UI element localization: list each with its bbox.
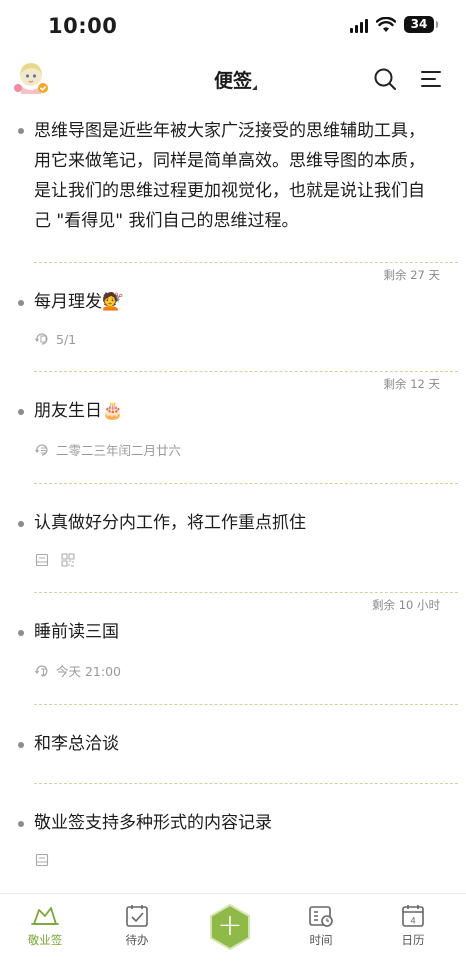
bullet-dot: [18, 521, 24, 527]
bullet-dot: [18, 409, 24, 415]
time-icon: [309, 906, 333, 927]
add-note-button[interactable]: +: [209, 904, 251, 950]
bullet-dot: [18, 821, 24, 827]
note-item[interactable]: 思维导图是近些年被大家广泛接受的思维辅助工具，用它来做笔记，同样是简单高效。思维…: [0, 106, 466, 236]
wifi-icon: [376, 16, 396, 32]
daily-repeat-icon: [35, 664, 48, 677]
note-meta: 5/1: [34, 331, 438, 347]
calendar-icon: 4: [402, 905, 424, 927]
tab-calendar[interactable]: 4 日历: [378, 904, 448, 948]
note-text: 睡前读三国: [34, 622, 119, 642]
tab-label: 日历: [401, 933, 425, 947]
note-folder-icon: [31, 907, 59, 925]
status-time: 10:00: [48, 14, 118, 38]
attachment-icon: [35, 853, 49, 867]
plus-icon: +: [217, 908, 243, 943]
note-text: 思维导图是近些年被大家广泛接受的思维辅助工具，用它来做笔记，同样是简单高效。思维…: [34, 121, 425, 231]
note-item[interactable]: 认真做好分内工作，将工作重点抓住: [0, 508, 466, 568]
status-icons: 34: [350, 16, 438, 33]
remaining-time: 剩余 27 天: [383, 268, 440, 282]
tab-notes[interactable]: 敬业签: [10, 904, 80, 948]
note-meta-text: 二零二三年闰二月廿六: [56, 443, 182, 458]
qr-code-icon: [61, 553, 75, 567]
attachment-icon: [35, 553, 49, 567]
bullet-dot: [18, 128, 24, 134]
app-header: 便签: [0, 52, 466, 106]
bullet-dot: [18, 630, 24, 636]
lunar-repeat-icon: [35, 443, 48, 456]
search-icon[interactable]: [372, 66, 398, 92]
todo-icon: [126, 905, 148, 927]
remaining-time: 剩余 12 天: [383, 377, 440, 391]
remaining-time: 剩余 10 小时: [372, 598, 440, 612]
note-item[interactable]: 朋友生日🎂 二零二三年闰二月廿六: [0, 396, 466, 459]
tab-time[interactable]: 时间: [286, 904, 356, 948]
note-item[interactable]: 每月理发💇 5/1: [0, 287, 466, 347]
note-text: 认真做好分内工作，将工作重点抓住: [34, 513, 306, 533]
bullet-dot: [18, 742, 24, 748]
chevron-down-icon[interactable]: [252, 85, 257, 90]
tab-label: 时间: [309, 933, 333, 947]
status-bar: 10:00 34: [0, 0, 466, 52]
note-text: 每月理发💇: [34, 292, 124, 312]
battery-icon: 34: [404, 16, 438, 33]
bullet-dot: [18, 300, 24, 306]
notes-list: 思维导图是近些年被大家广泛接受的思维辅助工具，用它来做笔记，同样是简单高效。思维…: [0, 106, 466, 868]
note-meta: 二零二三年闰二月廿六: [34, 440, 438, 459]
note-meta: [34, 552, 438, 568]
note-item[interactable]: 和李总洽谈: [0, 729, 466, 759]
menu-icon[interactable]: [418, 66, 444, 92]
note-meta-text: 5/1: [56, 331, 77, 347]
note-meta: [34, 852, 438, 868]
tab-label: 待办: [125, 933, 149, 947]
note-item[interactable]: 睡前读三国 今天 21:00: [0, 617, 466, 680]
note-text: 和李总洽谈: [34, 734, 119, 754]
note-text: 敬业签支持多种形式的内容记录: [34, 813, 272, 833]
note-text: 朋友生日🎂: [34, 401, 124, 421]
note-meta-text: 今天 21:00: [56, 664, 121, 679]
tab-todo[interactable]: 待办: [102, 904, 172, 948]
cellular-signal-icon: [350, 17, 368, 33]
note-meta: 今天 21:00: [34, 661, 438, 680]
repeat-reminder-icon: [35, 333, 48, 345]
calendar-day: 4: [410, 916, 415, 926]
note-item[interactable]: 敬业签支持多种形式的内容记录: [0, 808, 466, 868]
bottom-tab-bar: 敬业签 待办 + 时间 4 日历: [0, 893, 466, 965]
tab-label: 敬业签: [27, 933, 63, 947]
